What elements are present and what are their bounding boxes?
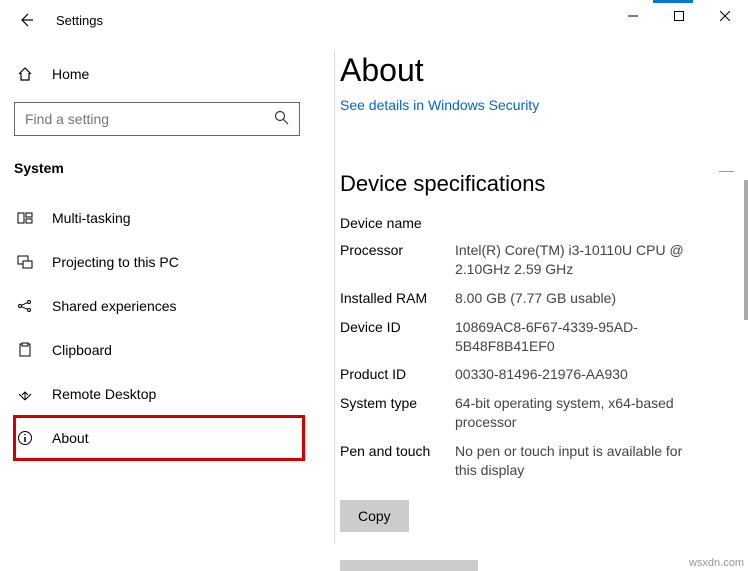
close-button[interactable] bbox=[702, 0, 748, 32]
nav-label: Shared experiences bbox=[52, 298, 177, 314]
projecting-icon bbox=[16, 254, 34, 270]
deviceid-label: Device ID bbox=[340, 318, 455, 356]
sidebar-item-multitasking[interactable]: Multi-tasking bbox=[14, 196, 320, 240]
nav-label: Clipboard bbox=[52, 342, 112, 358]
sidebar-item-projecting[interactable]: Projecting to this PC bbox=[14, 240, 320, 284]
scroll-track-top bbox=[719, 171, 734, 172]
clipboard-icon bbox=[16, 342, 34, 358]
pen-label: Pen and touch bbox=[340, 442, 455, 480]
productid-label: Product ID bbox=[340, 365, 455, 384]
watermark: wsxdn.com bbox=[689, 557, 744, 569]
page-title: About bbox=[340, 52, 724, 89]
scrollbar-thumb[interactable] bbox=[744, 180, 748, 320]
processor-label: Processor bbox=[340, 241, 455, 279]
nav-label: About bbox=[52, 430, 89, 446]
ram-label: Installed RAM bbox=[340, 289, 455, 308]
home-icon bbox=[16, 66, 34, 82]
pen-value: No pen or touch input is available for t… bbox=[455, 442, 685, 480]
security-link[interactable]: See details in Windows Security bbox=[340, 97, 539, 113]
rename-button[interactable]: Rename this PC bbox=[340, 560, 478, 571]
back-button[interactable] bbox=[14, 8, 38, 32]
systype-value: 64-bit operating system, x64-based proce… bbox=[455, 394, 685, 432]
deviceid-value: 10869AC8-6F67-4339-95AD-5B48F8B41EF0 bbox=[455, 318, 685, 356]
search-input[interactable] bbox=[25, 111, 274, 127]
sidebar-item-clipboard[interactable]: Clipboard bbox=[14, 328, 320, 372]
search-icon bbox=[274, 110, 289, 129]
nav-label: Projecting to this PC bbox=[52, 254, 179, 270]
sidebar-item-shared[interactable]: Shared experiences bbox=[14, 284, 320, 328]
device-name-label: Device name bbox=[340, 215, 724, 231]
home-nav[interactable]: Home bbox=[14, 60, 320, 88]
remote-icon bbox=[16, 386, 34, 402]
sidebar-group-system: System bbox=[14, 160, 320, 176]
about-icon bbox=[16, 430, 34, 446]
window-title: Settings bbox=[56, 13, 103, 28]
nav-label: Multi-tasking bbox=[52, 210, 131, 226]
copy-button[interactable]: Copy bbox=[340, 500, 409, 532]
processor-value: Intel(R) Core(TM) i3-10110U CPU @ 2.10GH… bbox=[455, 241, 685, 279]
maximize-button[interactable] bbox=[656, 0, 702, 32]
productid-value: 00330-81496-21976-AA930 bbox=[455, 365, 628, 384]
nav-label: Remote Desktop bbox=[52, 386, 156, 402]
sidebar-item-remote[interactable]: Remote Desktop bbox=[14, 372, 320, 416]
shared-icon bbox=[16, 298, 34, 314]
main-panel: About See details in Windows Security De… bbox=[320, 40, 748, 571]
home-label: Home bbox=[52, 66, 89, 82]
ram-value: 8.00 GB (7.77 GB usable) bbox=[455, 289, 616, 308]
multitasking-icon bbox=[16, 210, 34, 226]
minimize-button[interactable] bbox=[610, 0, 656, 32]
section-heading: Device specifications bbox=[340, 171, 724, 197]
sidebar: Home System Multi-tasking Projecting to … bbox=[0, 40, 320, 571]
sidebar-item-about[interactable]: About bbox=[14, 416, 304, 460]
search-box[interactable] bbox=[14, 102, 300, 136]
systype-label: System type bbox=[340, 394, 455, 432]
